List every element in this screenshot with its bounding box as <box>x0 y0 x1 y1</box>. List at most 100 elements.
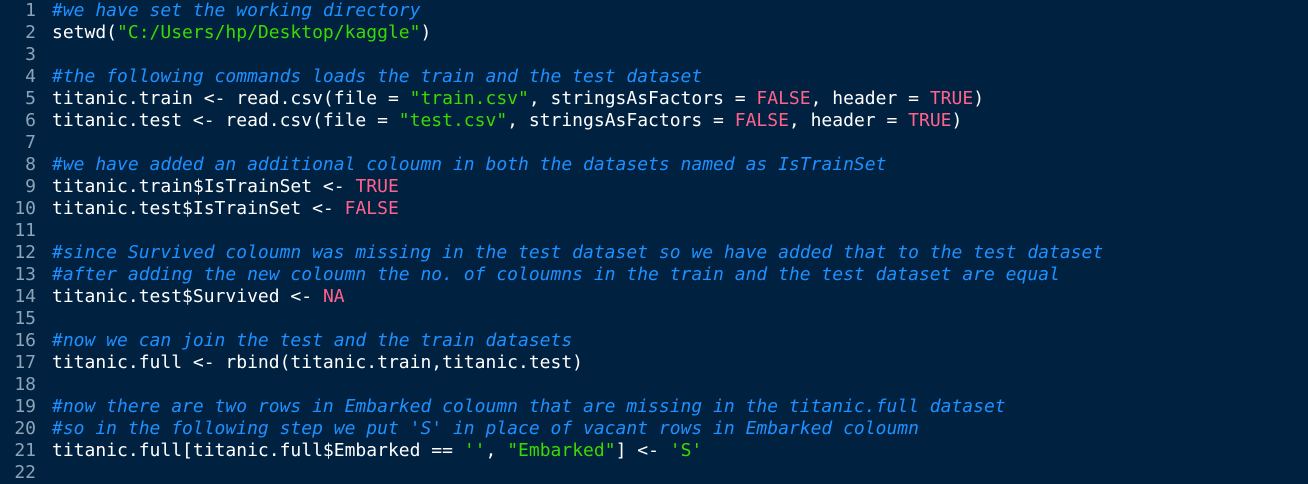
line-content[interactable]: titanic.full <- rbind(titanic.train,tita… <box>52 352 1308 374</box>
code-line[interactable]: 18 <box>0 374 1308 396</box>
token-string: "C:/Users/hp/Desktop/kaggle" <box>117 22 421 43</box>
token-string: "train.csv" <box>409 88 529 109</box>
line-number: 18 <box>14 374 36 395</box>
token-const: NA <box>322 286 345 307</box>
line-content[interactable]: #we have set the working directory <box>52 0 1308 22</box>
line-content[interactable]: titanic.train <- read.csv(file = "train.… <box>52 88 1308 110</box>
line-number: 22 <box>14 462 36 483</box>
line-number: 19 <box>14 396 36 417</box>
code-line[interactable]: 6 titanic.test <- read.csv(file = "test.c… <box>0 110 1308 132</box>
line-content[interactable] <box>52 462 1308 484</box>
line-content[interactable]: #so in the following step we put 'S' in … <box>52 418 1308 440</box>
token-string: 'S' <box>669 440 703 461</box>
line-number: 17 <box>14 352 36 373</box>
token-plain: , header = <box>810 88 930 109</box>
line-number: 4 <box>25 66 36 87</box>
code-line[interactable]: 17 titanic.full <- rbind(titanic.train,ti… <box>0 352 1308 374</box>
code-line[interactable]: 15 <box>0 308 1308 330</box>
token-plain: titanic.full[titanic.full$Embarked == <box>52 440 464 461</box>
line-number: 13 <box>14 264 36 285</box>
line-content[interactable]: #since Survived coloumn was missing in t… <box>52 242 1308 264</box>
token-plain: ) <box>973 88 985 109</box>
line-number: 14 <box>14 286 36 307</box>
line-number: 9 <box>25 176 36 197</box>
code-line[interactable]: 22 <box>0 462 1308 484</box>
line-content[interactable] <box>52 220 1308 242</box>
token-string: "Embarked" <box>507 440 616 461</box>
token-plain: , <box>485 440 508 461</box>
code-line[interactable]: 2 setwd("C:/Users/hp/Desktop/kaggle") <box>0 22 1308 44</box>
line-content[interactable]: setwd("C:/Users/hp/Desktop/kaggle") <box>52 22 1308 44</box>
line-content[interactable]: titanic.test <- read.csv(file = "test.cs… <box>52 110 1308 132</box>
line-number: 10 <box>14 198 36 219</box>
line-number: 16 <box>14 330 36 351</box>
token-plain: ) <box>420 22 432 43</box>
token-comment: #now there are two rows in Embarked colo… <box>52 396 1006 417</box>
token-comment: #we have set the working directory <box>52 0 421 21</box>
code-line[interactable]: 9 titanic.train$IsTrainSet <- TRUE <box>0 176 1308 198</box>
token-string: "test.csv" <box>398 110 508 131</box>
code-line[interactable]: 16 #now we can join the test and the trai… <box>0 330 1308 352</box>
line-number: 8 <box>25 154 36 175</box>
line-number: 1 <box>25 0 36 21</box>
token-const: TRUE <box>908 110 952 131</box>
line-content[interactable]: #the following commands loads the train … <box>52 66 1308 88</box>
token-plain: titanic.train$IsTrainSet <- <box>52 176 356 197</box>
line-number: 15 <box>14 308 36 329</box>
code-line[interactable]: 1 #we have set the working directory <box>0 0 1308 22</box>
token-plain: setwd( <box>52 22 118 43</box>
token-plain: titanic.train <- read.csv(file = <box>52 88 410 109</box>
token-plain: , stringsAsFactors = <box>507 110 735 131</box>
line-content[interactable]: #we have added an additional coloumn in … <box>52 154 1308 176</box>
token-comment: #after adding the new coloumn the no. of… <box>52 264 1060 285</box>
line-content[interactable]: #now we can join the test and the train … <box>52 330 1308 352</box>
token-plain: titanic.test$Survived <- <box>52 286 323 307</box>
line-number: 21 <box>14 440 36 461</box>
line-content[interactable] <box>52 308 1308 330</box>
line-number: 7 <box>25 132 36 153</box>
code-line[interactable]: 3 <box>0 44 1308 66</box>
line-content[interactable]: #after adding the new coloumn the no. of… <box>52 264 1308 286</box>
token-const: TRUE <box>929 88 974 109</box>
token-const: FALSE <box>344 198 399 219</box>
token-const: TRUE <box>355 176 399 197</box>
code-editor[interactable]: 1 #we have set the working directory 2 setw… <box>0 0 1308 484</box>
line-number: 2 <box>25 22 36 43</box>
line-content[interactable]: titanic.full[titanic.full$Embarked == ''… <box>52 440 1308 462</box>
line-number: 20 <box>14 418 36 439</box>
line-number: 5 <box>25 88 36 109</box>
line-content[interactable]: titanic.test$Survived <- NA <box>52 286 1308 308</box>
code-line[interactable]: 8 #we have added an additional coloumn in… <box>0 154 1308 176</box>
code-line[interactable]: 13 #after adding the new coloumn the no. … <box>0 264 1308 286</box>
line-number: 3 <box>25 44 36 65</box>
line-content[interactable] <box>52 44 1308 66</box>
code-line[interactable]: 5 titanic.train <- read.csv(file = "train… <box>0 88 1308 110</box>
code-line[interactable]: 21 titanic.full[titanic.full$Embarked == … <box>0 440 1308 462</box>
token-plain: , header = <box>788 110 909 131</box>
token-comment: #now we can join the test and the train … <box>52 330 573 351</box>
code-line[interactable]: 14 titanic.test$Survived <- NA <box>0 286 1308 308</box>
token-plain: titanic.test$IsTrainSet <- <box>52 198 345 219</box>
code-line[interactable]: 19 #now there are two rows in Embarked co… <box>0 396 1308 418</box>
token-comment: #since Survived coloumn was missing in t… <box>52 242 1104 263</box>
line-content[interactable]: #now there are two rows in Embarked colo… <box>52 396 1308 418</box>
token-plain: titanic.test <- read.csv(file = <box>52 110 399 131</box>
code-line[interactable]: 11 <box>0 220 1308 242</box>
code-line[interactable]: 7 <box>0 132 1308 154</box>
token-plain: ] <- <box>615 440 670 461</box>
code-line[interactable]: 12 #since Survived coloumn was missing in… <box>0 242 1308 264</box>
token-const: FALSE <box>756 88 811 109</box>
token-comment: #we have added an additional coloumn in … <box>52 154 887 175</box>
code-line[interactable]: 20 #so in the following step we put 'S' i… <box>0 418 1308 440</box>
line-number: 6 <box>25 110 36 131</box>
code-line[interactable]: 10 titanic.test$IsTrainSet <- FALSE <box>0 198 1308 220</box>
line-content[interactable]: titanic.test$IsTrainSet <- FALSE <box>52 198 1308 220</box>
token-plain: , stringsAsFactors = <box>528 88 757 109</box>
line-content[interactable] <box>52 132 1308 154</box>
code-line[interactable]: 4 #the following commands loads the train… <box>0 66 1308 88</box>
line-number: 11 <box>14 220 36 241</box>
token-string: '' <box>463 440 486 461</box>
token-plain: ) <box>951 110 963 131</box>
line-content[interactable]: titanic.train$IsTrainSet <- TRUE <box>52 176 1308 198</box>
line-content[interactable] <box>52 374 1308 396</box>
